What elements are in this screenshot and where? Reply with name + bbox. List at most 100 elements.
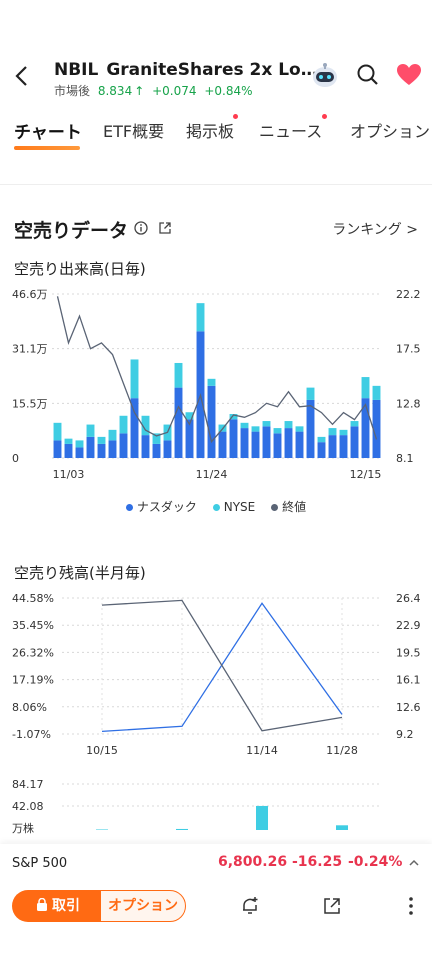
y-axis-tick-label: 31.1万 (12, 343, 48, 356)
nasdaq-bar (75, 447, 84, 458)
nasdaq-bar (306, 399, 315, 458)
short-interest-chart[interactable]: 44.58% 35.45% 26.32% 17.19% 8.06% -1.07% 26.4 2… (0, 586, 432, 762)
nyse-bar (350, 421, 359, 427)
share-icon[interactable] (158, 221, 172, 235)
news-notification-dot (322, 114, 327, 119)
nyse-bar (295, 426, 304, 432)
nasdaq-bar (207, 385, 216, 458)
index-ticker[interactable]: S&P 500 6,800.26 -16.25 -0.24% (12, 854, 420, 878)
nasdaq-bar (64, 443, 73, 458)
after-hours-change-pct: +0.84% (204, 84, 253, 98)
index-change-pct: -0.24% (348, 854, 403, 870)
bottom-bar: S&P 500 6,800.26 -16.25 -0.24% 取引 オプション (0, 844, 432, 960)
y2-axis-tick-label: 16.1 (396, 674, 421, 687)
info-icon[interactable] (134, 221, 148, 235)
nyse-bar (75, 440, 84, 448)
shares-short-bar (336, 825, 348, 830)
nyse-bar (317, 436, 326, 443)
stock-title: NBIL GraniteShares 2x Lo… (54, 60, 318, 80)
shares-short-bar (96, 829, 108, 830)
stock-name: GraniteShares 2x Lo… (106, 60, 318, 80)
tab-chart[interactable]: チャート (14, 118, 82, 143)
short-interest-label: 空売り残高(半月毎) (14, 564, 146, 582)
index-value: 6,800.26 (218, 854, 288, 870)
tab-etf-overview[interactable]: ETF概要 (103, 118, 164, 142)
short-ratio-line (101, 602, 343, 733)
header-actions (310, 60, 422, 90)
lock-icon (37, 897, 47, 911)
nasdaq-bar (295, 431, 304, 458)
nasdaq-bar (317, 442, 326, 458)
chevron-up-icon[interactable] (408, 858, 420, 868)
tab-options[interactable]: オプション (350, 118, 430, 142)
after-hours-price: 8.834 (97, 84, 133, 98)
tab-news[interactable]: ニュース (259, 118, 322, 142)
nasdaq-bar (174, 387, 183, 458)
legend-nasdaq: ナスダック (125, 500, 197, 514)
trade-label: 取引 (52, 898, 80, 914)
share-export-icon[interactable] (322, 896, 342, 916)
short-volume-chart[interactable]: 46.6万 31.1万 15.5万 0 22.2 17.5 12.8 8.1 11/03 11/2… (0, 282, 432, 492)
y-axis-tick-label: 15.5万 (12, 397, 48, 410)
ticker-symbol: NBIL (54, 60, 99, 80)
ranking-label: ランキング (332, 222, 402, 238)
add-alert-bell-icon[interactable] (240, 896, 260, 916)
tab-board[interactable]: 掲示板 (186, 118, 234, 142)
options-button[interactable]: オプション (100, 890, 186, 922)
y2-axis-tick-label: 17.5 (396, 343, 421, 356)
nasdaq-bar (339, 435, 348, 458)
nyse-bar (361, 377, 370, 399)
y-axis-tick-label: 8.06% (12, 701, 47, 714)
ranking-link[interactable]: ランキング > (332, 219, 418, 239)
nasdaq-bar (251, 431, 260, 458)
x-axis-tick-label: 11/14 (246, 744, 278, 757)
legend-close: 終値 (271, 500, 306, 514)
shares-short-bar (176, 828, 188, 830)
tab-bar: チャート ETF概要 掲示板 ニュース オプション (0, 112, 432, 152)
y-axis-tick-label: 17.19% (12, 674, 54, 687)
short-data-title: 空売りデータ (14, 220, 129, 242)
index-name: S&P 500 (12, 856, 68, 871)
nasdaq-bar (152, 443, 161, 458)
nasdaq-bar (163, 440, 172, 458)
nyse-bar (284, 421, 293, 429)
index-change: -16.25 (292, 854, 343, 870)
back-arrow-icon[interactable] (12, 64, 32, 88)
y2-axis-tick-label: 26.4 (396, 592, 421, 605)
up-arrow-icon: ↑ (134, 84, 145, 98)
after-hours-change: +0.074 (152, 84, 197, 98)
nasdaq-bar (97, 443, 106, 458)
nasdaq-bar (119, 433, 128, 458)
after-hours-quote: 市場後 8.834 ↑ +0.074 +0.84% (54, 82, 253, 99)
search-icon[interactable] (356, 63, 380, 87)
nyse-bar (251, 426, 260, 432)
y-axis-tick-label: -1.07% (12, 728, 51, 741)
nyse-bar (86, 424, 95, 437)
trade-button[interactable]: 取引 (12, 890, 104, 922)
chart-legend: ナスダック NYSE 終値 (0, 498, 432, 515)
nasdaq-bar (361, 398, 370, 458)
shares-short-chart[interactable]: 84.17 42.08 万株 (0, 772, 432, 842)
y2-axis-tick-label: 12.6 (396, 701, 421, 714)
session-label: 市場後 (54, 84, 91, 98)
more-menu-icon[interactable] (408, 896, 414, 916)
close-price-line (101, 599, 343, 732)
robot-assistant-icon[interactable] (310, 60, 340, 90)
y2-axis-tick-label: 12.8 (396, 397, 421, 410)
y-axis-tick-label: 42.08 (12, 800, 44, 813)
nasdaq-bar (328, 435, 337, 458)
nyse-bar (108, 429, 117, 441)
x-axis-tick-label: 11/24 (196, 468, 228, 481)
close-price-line (56, 296, 378, 444)
nasdaq-bar (108, 440, 117, 458)
nyse-bar (207, 378, 216, 386)
nasdaq-bar (284, 428, 293, 458)
x-axis-tick-label: 10/15 (86, 744, 118, 757)
nyse-bar (339, 429, 348, 436)
x-axis-tick-label: 11/28 (326, 744, 358, 757)
y-axis-tick-label: 0 (12, 452, 19, 465)
nasdaq-bar (141, 435, 150, 458)
nasdaq-bar (229, 419, 238, 458)
favorite-heart-icon[interactable] (396, 63, 422, 87)
legend-nyse: NYSE (212, 500, 255, 514)
